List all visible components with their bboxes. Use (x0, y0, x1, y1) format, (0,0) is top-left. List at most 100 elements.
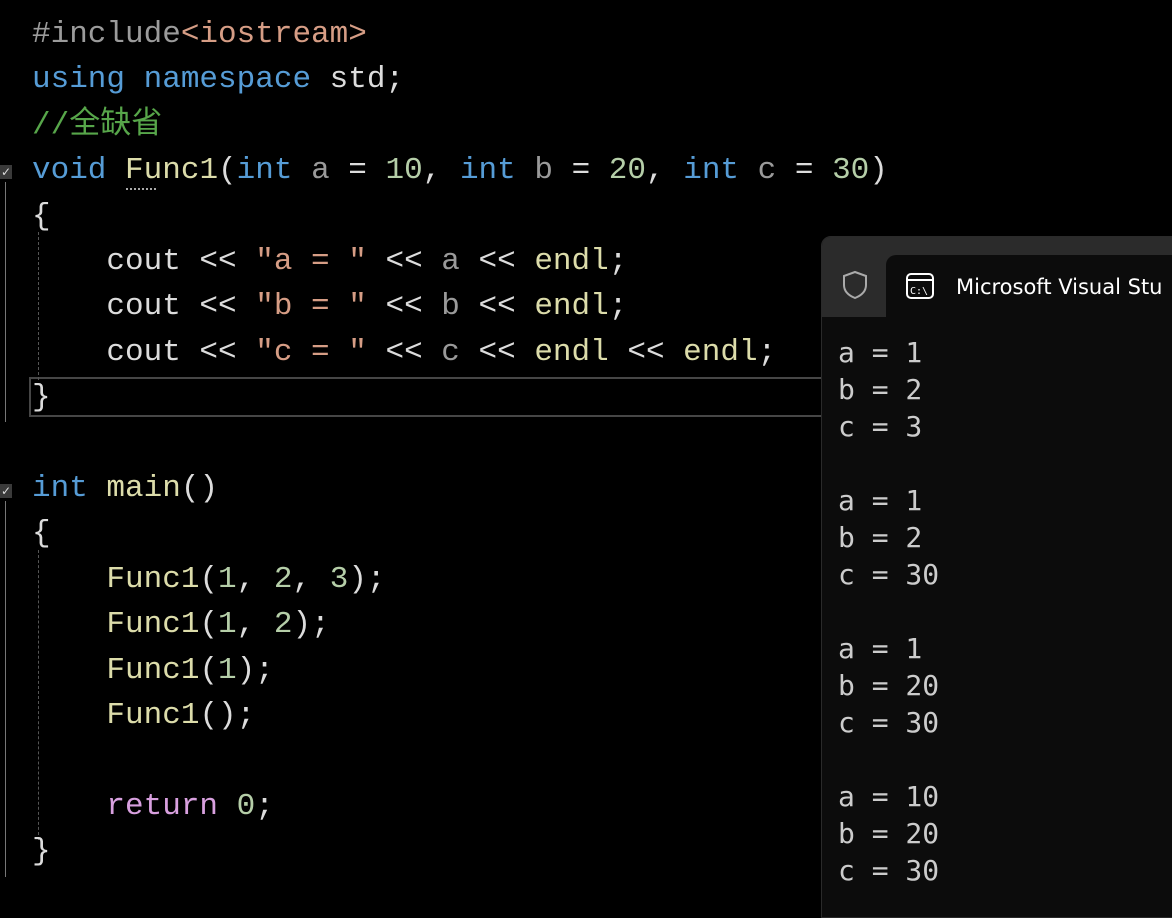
console-title: Microsoft Visual Stu (956, 275, 1163, 299)
code-line[interactable]: void Func1(int a = 10, int b = 20, int c… (32, 148, 888, 193)
console-tab[interactable]: C:\ Microsoft Visual Stu (886, 255, 1172, 321)
code-token-txt: << (366, 289, 442, 325)
code-token-txt: , (422, 153, 460, 189)
code-token-txt: ; (757, 334, 777, 370)
code-token-txt: ); (236, 652, 274, 688)
code-token-txt: = (329, 153, 386, 189)
code-token-txt: << (366, 244, 442, 279)
code-token-txt: cout << (32, 244, 256, 279)
code-line[interactable]: #include<iostream> (32, 12, 367, 57)
code-token-txt: ; (608, 244, 628, 279)
code-token-txt: } (32, 380, 51, 416)
fold-range-line (5, 182, 6, 422)
code-token-txt: ) (869, 153, 888, 189)
code-token-kw: int (459, 153, 516, 189)
code-token-txt: ); (292, 607, 330, 643)
code-line[interactable]: cout << "c = " << c << endl << endl; (32, 330, 776, 375)
code-token-fn: Func1 (125, 153, 219, 189)
shield-icon[interactable] (842, 270, 868, 300)
code-token-txt: << (366, 334, 442, 370)
code-token-num: 3 (329, 561, 349, 597)
code-token-txt: () (180, 471, 219, 506)
code-token-num: 2 (273, 607, 293, 643)
code-token-txt: = (776, 153, 833, 189)
code-token-fn: Func1 (106, 607, 200, 643)
code-token-str: "c = " (255, 334, 367, 370)
current-line-highlight (29, 377, 829, 417)
code-token-fn: endl (683, 334, 758, 370)
code-token-par: b (534, 153, 553, 189)
code-line[interactable]: } (32, 375, 51, 420)
code-token-txt: ( (199, 561, 219, 597)
code-token-txt: , (236, 607, 274, 643)
code-token-kw: int (683, 153, 740, 189)
code-token-txt: << (459, 334, 535, 370)
code-token-fn: Func1 (106, 698, 200, 733)
console-tab-bar: C:\ Microsoft Visual Stu (822, 237, 1172, 321)
code-token-fn: main (106, 471, 181, 506)
code-line[interactable]: int main() (32, 466, 218, 511)
code-line[interactable]: Func1(1, 2, 3); (32, 557, 386, 602)
code-line[interactable]: Func1(1); (32, 648, 274, 693)
code-token-txt: (); (199, 698, 256, 733)
code-token-num: 10 (385, 153, 423, 189)
code-line[interactable]: Func1(1, 2); (32, 602, 330, 647)
fold-toggle-icon[interactable]: ✓ (0, 484, 12, 498)
code-line[interactable]: Func1(); (32, 693, 255, 738)
code-token-kw: int (236, 153, 293, 189)
code-line[interactable]: cout << "a = " << a << endl; (32, 239, 627, 284)
code-token-fn: Func1 (106, 561, 200, 597)
code-token-txt: , (292, 561, 330, 597)
code-token-par: a (441, 244, 460, 279)
code-token-str: <iostream> (180, 17, 367, 52)
code-token-cm: //全缺省 (32, 107, 163, 143)
code-token-txt: { (32, 516, 51, 552)
code-line[interactable]: using namespace std; (32, 57, 404, 102)
code-token-kw: namespace (143, 62, 312, 98)
code-token-txt: , (646, 153, 684, 189)
code-line[interactable]: } (32, 829, 51, 874)
code-token-txt: cout << (32, 289, 256, 325)
code-token-txt: { (32, 198, 51, 234)
code-token-num: 1 (218, 607, 237, 643)
code-line[interactable]: //全缺省 (32, 103, 162, 148)
code-token-txt: ; (608, 289, 628, 325)
code-token-kw: int (32, 471, 88, 506)
code-line[interactable]: return 0; (32, 784, 274, 829)
code-token-str: "a = " (255, 244, 367, 279)
code-token-num: 20 (608, 153, 646, 189)
code-line[interactable]: cout << "b = " << b << endl; (32, 284, 627, 329)
code-token-txt: << (608, 334, 684, 370)
code-token-txt: ; (255, 788, 274, 824)
svg-text:C:\: C:\ (910, 286, 928, 297)
fold-toggle-icon[interactable]: ✓ (0, 165, 12, 179)
code-line[interactable]: { (32, 511, 51, 556)
code-token-pp: #include (32, 17, 181, 52)
code-line[interactable]: { (32, 194, 51, 239)
console-window[interactable]: C:\ Microsoft Visual Stu a = 1 b = 2 c =… (821, 236, 1172, 918)
code-token-txt: ); (348, 561, 386, 597)
code-token-kw: void (32, 153, 107, 189)
code-token-txt: std; (311, 62, 405, 98)
code-token-num: 0 (236, 788, 256, 824)
code-token-fn: endl (534, 289, 609, 325)
code-token-kw: using (32, 62, 126, 98)
code-token-par: c (757, 153, 777, 189)
code-token-par: b (441, 289, 460, 325)
code-token-fn: endl (534, 244, 609, 279)
code-token-txt: cout << (32, 334, 256, 370)
code-token-txt: = (552, 153, 609, 189)
code-token-num: 1 (218, 561, 237, 597)
code-token-txt: ( (218, 153, 237, 189)
